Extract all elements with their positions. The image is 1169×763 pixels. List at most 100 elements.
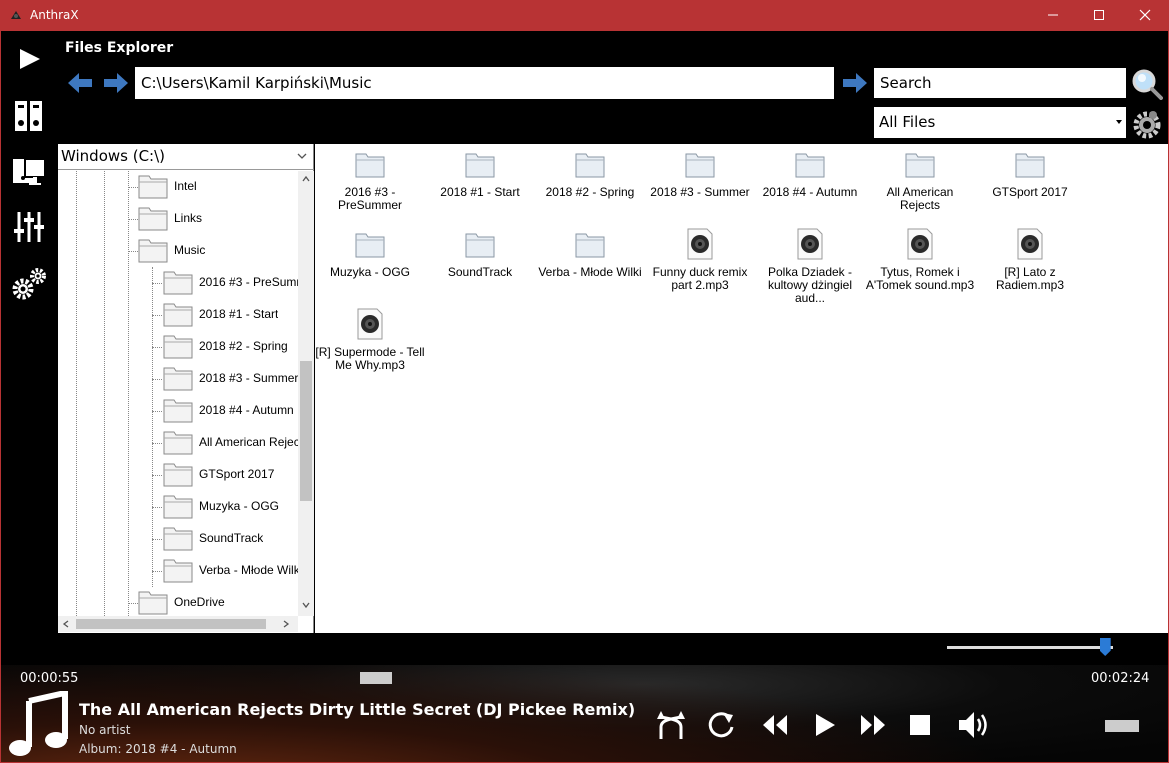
computer-icon <box>13 158 46 185</box>
folder-icon <box>354 228 386 260</box>
folder-icon <box>163 333 193 359</box>
gears-icon <box>1133 111 1161 139</box>
file-filter-select[interactable]: All Files <box>874 107 1126 138</box>
tree-item[interactable]: Links <box>138 203 298 233</box>
tree-horizontal-scrollbar[interactable] <box>58 616 298 632</box>
file-name: Polka Dziadek - kultowy dżingiel aud... <box>767 265 853 305</box>
folder-item[interactable]: 2018 #2 - Spring <box>535 148 645 199</box>
scroll-right-icon[interactable] <box>282 620 290 628</box>
file-name: 2018 #2 - Spring <box>545 185 635 199</box>
tree-item[interactable]: 2016 #3 - PreSumm <box>163 267 298 297</box>
file-name: 2018 #4 - Autumn <box>762 185 858 199</box>
scroll-left-icon[interactable] <box>62 620 70 628</box>
audio-file-item[interactable]: Funny duck remix part 2.mp3 <box>645 228 755 292</box>
folder-item[interactable]: 2018 #1 - Start <box>425 148 535 199</box>
tree-item[interactable]: GTSport 2017 <box>163 459 298 489</box>
audio-file-icon <box>684 228 716 260</box>
equalizer-icon <box>14 212 44 242</box>
tree-item[interactable]: 2018 #2 - Spring <box>163 331 298 361</box>
sidebar-settings-button[interactable] <box>9 263 49 303</box>
folder-icon <box>163 557 193 583</box>
repeat-button[interactable] <box>703 707 739 743</box>
maximize-button[interactable] <box>1076 0 1122 31</box>
close-button[interactable] <box>1122 0 1168 31</box>
go-button[interactable] <box>842 70 868 96</box>
tree-item-label: Links <box>174 211 203 225</box>
close-icon <box>1139 9 1151 21</box>
folder-item[interactable]: All American Rejects <box>865 148 975 212</box>
next-button[interactable] <box>855 707 891 743</box>
tree-guide-line <box>76 171 77 616</box>
tree-item[interactable]: SoundTrack <box>163 523 298 553</box>
folder-item[interactable]: Muzyka - OGG <box>315 228 425 279</box>
arrow-right-icon <box>104 73 128 93</box>
folder-item[interactable]: GTSport 2017 <box>975 148 1085 199</box>
tree-item[interactable]: OneDrive <box>138 587 298 616</box>
folder-item[interactable]: Verba - Młode Wilki <box>535 228 645 279</box>
explorer-settings-button[interactable] <box>1131 107 1163 139</box>
sidebar-library-button[interactable] <box>9 95 49 135</box>
maximize-icon <box>1094 10 1104 20</box>
arrow-left-icon <box>68 73 92 93</box>
tree-guide-line <box>152 443 162 444</box>
scroll-down-icon[interactable] <box>302 601 310 609</box>
folder-icon <box>684 148 716 180</box>
fast-forward-icon <box>861 715 885 735</box>
tree-item[interactable]: Intel <box>138 171 298 201</box>
file-name: SoundTrack <box>447 265 513 279</box>
audio-file-item[interactable]: Polka Dziadek - kultowy dżingiel aud... <box>755 228 865 305</box>
folder-item[interactable]: 2018 #3 - Summer <box>645 148 755 199</box>
tree-item[interactable]: Music <box>138 235 298 265</box>
folder-item[interactable]: SoundTrack <box>425 228 535 279</box>
folder-item[interactable]: 2018 #4 - Autumn <box>755 148 865 199</box>
volume-button[interactable] <box>956 707 992 743</box>
back-button[interactable] <box>67 70 93 96</box>
folder-icon <box>163 365 193 391</box>
folder-icon <box>163 269 193 295</box>
tree-vertical-scroll-thumb[interactable] <box>300 361 312 501</box>
volume-slider-track[interactable] <box>947 646 1113 649</box>
minimize-icon <box>1048 14 1058 16</box>
folder-item[interactable]: 2016 #3 - PreSummer <box>315 148 425 212</box>
tree-item[interactable]: All American Reject <box>163 427 298 457</box>
drive-select[interactable]: Windows (C:\) <box>58 144 314 170</box>
sidebar-equalizer-button[interactable] <box>9 207 49 247</box>
search-input[interactable]: Search <box>874 68 1126 98</box>
tree-item[interactable]: Verba - Młode Wilk <box>163 555 298 585</box>
scroll-up-icon[interactable] <box>302 175 310 183</box>
sidebar-play-button[interactable] <box>9 39 49 79</box>
previous-button[interactable] <box>757 707 793 743</box>
gears-icon <box>12 268 46 300</box>
play-button[interactable] <box>807 707 843 743</box>
sidebar-explorer-button[interactable] <box>9 151 49 191</box>
tree-item[interactable]: 2018 #4 - Autumn <box>163 395 298 425</box>
forward-button[interactable] <box>103 70 129 96</box>
window-title: AnthraX <box>30 8 79 22</box>
seek-slider-thumb[interactable] <box>360 672 392 684</box>
audio-file-item[interactable]: Tytus, Romek i A'Tomek sound.mp3 <box>865 228 975 292</box>
minimize-button[interactable] <box>1030 0 1076 31</box>
tree-item[interactable]: Muzyka - OGG <box>163 491 298 521</box>
tree-guide-line <box>152 539 162 540</box>
stop-button[interactable] <box>902 707 938 743</box>
tree-guide-line <box>128 171 129 616</box>
folder-icon <box>464 228 496 260</box>
tree-vertical-scrollbar[interactable] <box>298 171 314 616</box>
tree-item[interactable]: 2018 #1 - Start <box>163 299 298 329</box>
shuffle-button[interactable] <box>653 707 689 743</box>
path-input[interactable]: C:\Users\Kamil Karpiński\Music <box>135 67 834 99</box>
tree-horizontal-scroll-thumb[interactable] <box>76 619 266 629</box>
tree-item[interactable]: 2018 #3 - Summer <box>163 363 298 393</box>
tree-item-label: 2018 #1 - Start <box>199 307 279 321</box>
search-button[interactable] <box>1131 68 1163 100</box>
file-name: Muzyka - OGG <box>329 265 410 279</box>
folder-icon <box>354 148 386 180</box>
tree-item-label: SoundTrack <box>199 531 264 545</box>
mini-mode-button[interactable] <box>1105 720 1139 732</box>
drive-select-value: Windows (C:\) <box>61 147 166 165</box>
track-album: Album: 2018 #4 - Autumn <box>79 742 237 756</box>
file-name: All American Rejects <box>886 185 954 212</box>
audio-file-item[interactable]: [R] Lato z Radiem.mp3 <box>975 228 1085 292</box>
audio-file-item[interactable]: [R] Supermode - Tell Me Why.mp3 <box>315 308 425 372</box>
folder-icon <box>163 301 193 327</box>
